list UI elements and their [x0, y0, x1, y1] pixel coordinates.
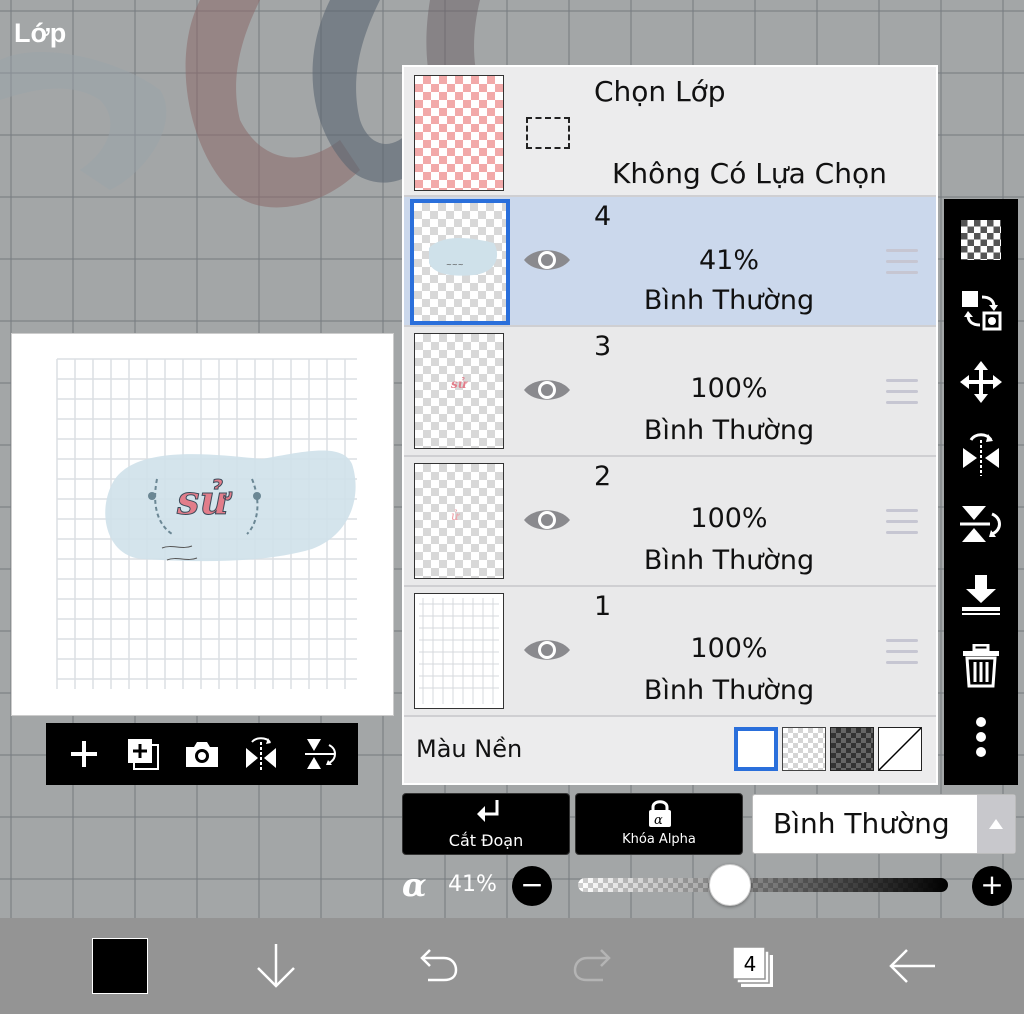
camera-icon[interactable] — [180, 732, 224, 776]
layer-opacity: 100% — [690, 373, 768, 404]
background-color-row: Màu Nền — [404, 717, 936, 783]
transparency-icon[interactable] — [958, 217, 1004, 263]
layers-icon[interactable]: 4 — [722, 938, 782, 994]
trash-icon[interactable] — [958, 643, 1004, 689]
clipping-button[interactable]: Cắt Đoạn — [402, 793, 570, 855]
selection-status: Không Có Lựa Chọn — [612, 157, 887, 190]
visibility-eye-icon[interactable] — [522, 245, 572, 275]
background-color-label: Màu Nền — [416, 735, 523, 763]
drag-handle-icon[interactable] — [886, 249, 918, 275]
flip-horizontal-icon[interactable] — [239, 732, 283, 776]
svg-text:α: α — [654, 813, 663, 828]
layer-opacity: 100% — [690, 503, 768, 534]
preview-artwork: sử — [56, 358, 357, 689]
selection-layer-row[interactable]: Chọn Lớp Không Có Lựa Chọn — [404, 67, 936, 197]
opacity-slider-track[interactable] — [578, 878, 948, 892]
clipping-label: Cắt Đoạn — [448, 831, 524, 850]
clipping-arrow-icon — [477, 800, 499, 822]
selection-thumbnail — [414, 75, 504, 191]
layer-blend-mode: Bình Thường — [643, 675, 815, 706]
move-icon[interactable] — [958, 359, 1004, 405]
merge-down-icon[interactable] — [958, 572, 1004, 618]
decrease-opacity-button[interactable]: − — [512, 866, 552, 906]
layer-number: 2 — [594, 461, 612, 492]
layer-thumbnail-1 — [414, 593, 504, 709]
opacity-value: 41% — [448, 872, 497, 897]
preview-toolbar — [46, 723, 358, 785]
color-swatch[interactable] — [90, 938, 150, 994]
background-checker-option[interactable] — [782, 727, 826, 771]
layer-number: 1 — [594, 591, 612, 622]
visibility-eye-icon[interactable] — [522, 375, 572, 405]
layer-row-1[interactable]: 1 100% Bình Thường — [404, 587, 936, 717]
background-white-option[interactable] — [734, 727, 778, 771]
layer-thumbnail-4: ~~~ — [410, 199, 510, 325]
layer-blend-mode: Bình Thường — [643, 545, 815, 576]
redo-icon[interactable] — [565, 938, 625, 994]
flip-horizontal-icon[interactable] — [958, 430, 1004, 476]
canvas-preview[interactable]: sử — [11, 333, 394, 716]
layer-number: 4 — [594, 201, 612, 232]
layer-count: 4 — [743, 952, 757, 976]
svg-text:~~~: ~~~ — [446, 261, 464, 269]
drag-handle-icon[interactable] — [886, 379, 918, 405]
layer-list: Chọn Lớp Không Có Lựa Chọn ~~~ 4 41% Bìn… — [402, 65, 938, 785]
flip-vertical-icon[interactable] — [298, 732, 342, 776]
preview-art-text: sử — [176, 477, 233, 524]
undo-icon[interactable] — [406, 938, 466, 994]
add-copy-icon[interactable] — [121, 732, 165, 776]
layer-thumbnail-2: ử — [414, 463, 504, 579]
selection-marquee-icon — [526, 117, 570, 149]
visibility-eye-icon[interactable] — [522, 635, 572, 665]
background-dark-checker-option[interactable] — [830, 727, 874, 771]
back-icon[interactable] — [882, 938, 942, 994]
layer-row-4[interactable]: ~~~ 4 41% Bình Thường — [404, 197, 936, 327]
layer-opacity: 41% — [698, 245, 759, 276]
layer-opacity: 100% — [690, 633, 768, 664]
selection-title: Chọn Lớp — [594, 75, 726, 108]
download-icon[interactable] — [246, 938, 306, 994]
opacity-slider-thumb[interactable] — [708, 864, 751, 906]
layer-row-3[interactable]: sử 3 100% Bình Thường — [404, 327, 936, 457]
more-icon[interactable] — [958, 714, 1004, 760]
lock-icon: α — [649, 800, 671, 828]
bottom-toolbar: 4 — [0, 918, 1024, 1014]
layer-blend-mode: Bình Thường — [643, 415, 815, 446]
drag-handle-icon[interactable] — [886, 509, 918, 535]
swap-layer-icon[interactable] — [958, 288, 1004, 334]
layer-blend-mode: Bình Thường — [643, 285, 815, 316]
alpha-symbol: α — [402, 866, 427, 904]
visibility-eye-icon[interactable] — [522, 505, 572, 535]
select-up-arrow-icon — [977, 795, 1015, 853]
drag-handle-icon[interactable] — [886, 639, 918, 665]
increase-opacity-button[interactable]: + — [972, 866, 1012, 906]
flip-vertical-icon[interactable] — [958, 501, 1004, 547]
layer-actions-toolbar — [944, 199, 1018, 785]
blend-mode-select[interactable]: Bình Thường — [752, 794, 1016, 854]
panel-title: Lớp — [14, 18, 67, 48]
svg-text:ử: ử — [451, 509, 460, 523]
layer-thumbnail-3: sử — [414, 333, 504, 449]
opacity-slider-row: α 41% − + — [402, 862, 1022, 910]
background-none-option[interactable] — [878, 727, 922, 771]
blend-mode-value: Bình Thường — [773, 807, 950, 840]
add-layer-icon[interactable] — [62, 732, 106, 776]
alpha-lock-button[interactable]: α Khóa Alpha — [575, 793, 743, 855]
layer-row-2[interactable]: ử 2 100% Bình Thường — [404, 457, 936, 587]
layer-number: 3 — [594, 331, 612, 362]
svg-text:sử: sử — [451, 376, 468, 391]
alpha-lock-label: Khóa Alpha — [622, 832, 696, 847]
